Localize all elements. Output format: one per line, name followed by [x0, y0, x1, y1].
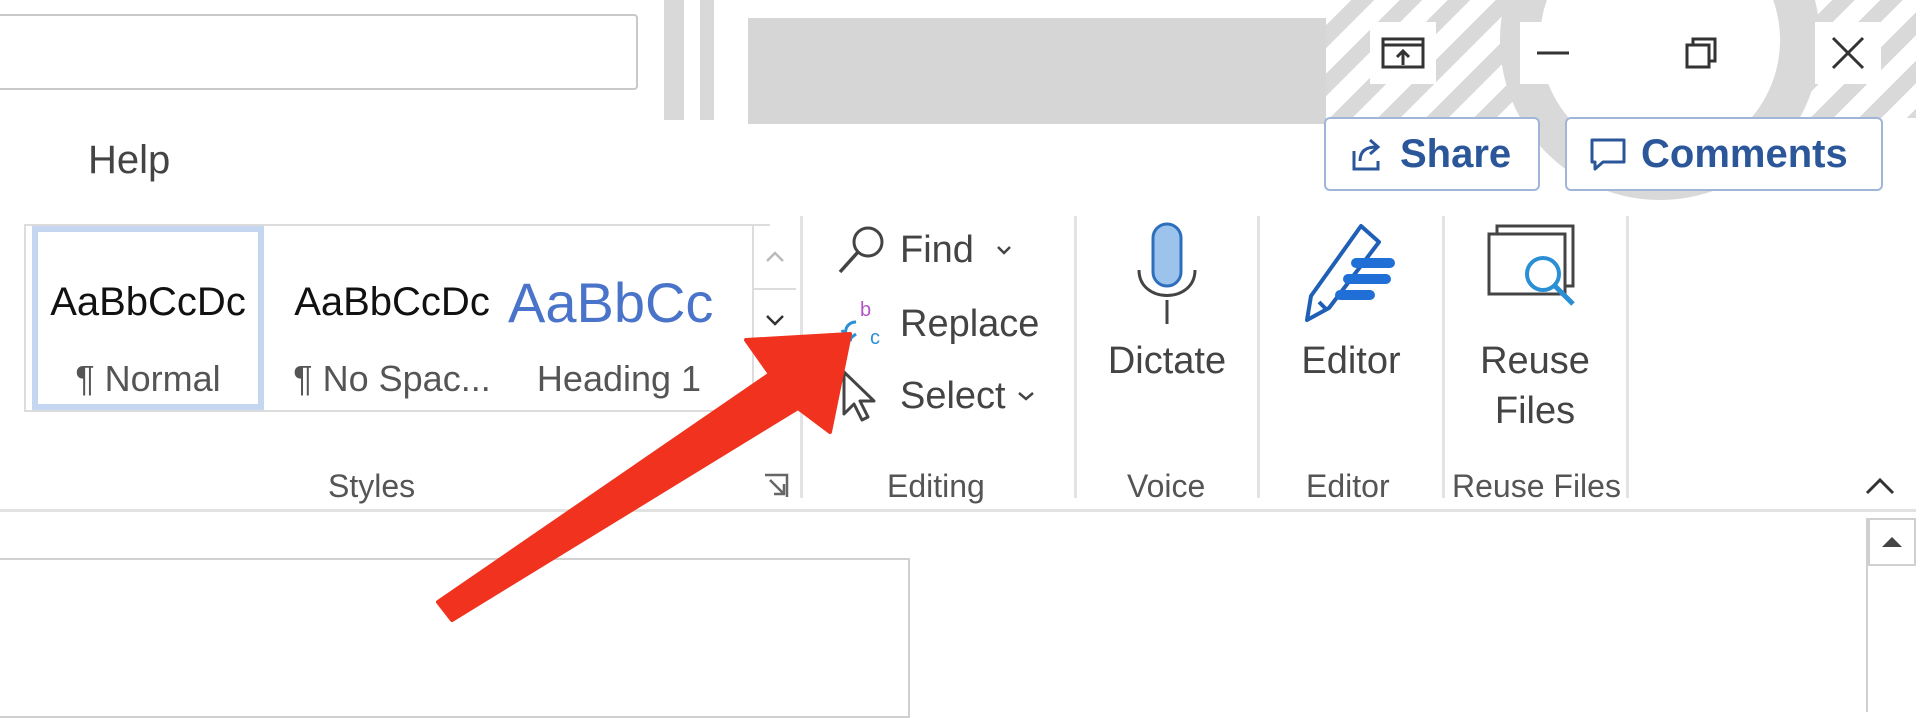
annotation-arrow — [436, 332, 852, 622]
